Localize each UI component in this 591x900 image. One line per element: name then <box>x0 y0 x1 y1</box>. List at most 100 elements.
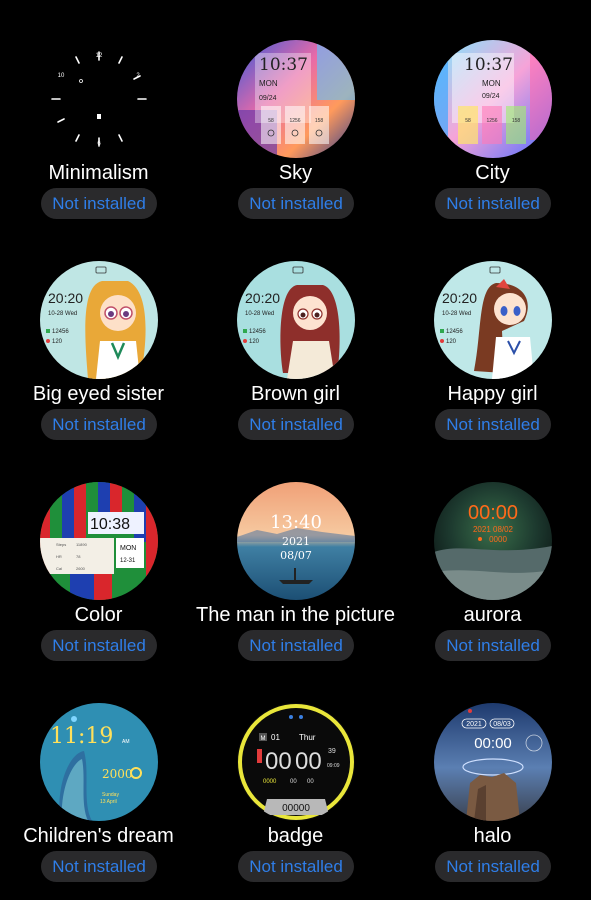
watch-face-preview-childrens-dream[interactable]: 11:19 AM 2000 Sunday 13 April <box>40 703 158 821</box>
watch-face-name: Brown girl <box>251 383 340 405</box>
face-date: 09/24 <box>259 95 277 102</box>
stat-3: 158 <box>315 118 324 124</box>
watch-face-preview-sky[interactable]: 10:37 MON 09/24 58 1256 158 <box>237 40 355 158</box>
face-time: 20:20 <box>48 290 83 306</box>
watch-face-name: City <box>475 162 510 184</box>
face-time: 20:20 <box>245 290 280 306</box>
face-steps: 12456 <box>446 329 463 335</box>
watch-face-card[interactable]: 13:40 2021 08/07 The man in the picture … <box>196 474 395 674</box>
face-day: MON <box>259 79 278 88</box>
face-ampm: AM <box>122 739 130 745</box>
watch-face-card[interactable]: 20:20 10-28 Wed 12456 120 Brown girl Not… <box>197 253 394 453</box>
watch-face-preview-color[interactable]: 10:38 MON 12-31 Steps 11890 HR 78 Cal 26… <box>40 482 158 600</box>
watch-face-preview-halo[interactable]: 2021 08/03 00:00 <box>434 703 552 821</box>
install-status-button[interactable]: Not installed <box>435 630 551 661</box>
watch-face-preview-badge[interactable]: M 01 Thur 00 00 39 09:09 0000 00 00 0000… <box>237 703 355 821</box>
watch-face-card[interactable]: 00:00 2021 08/02 0000 aurora Not install… <box>394 474 591 674</box>
face-month-badge: M <box>261 736 266 742</box>
watch-face-card[interactable]: 10:37 MON 09/24 58 1256 158 Sky Not inst… <box>197 32 394 232</box>
stat-heart-rate: 00 <box>290 779 297 785</box>
install-status-button[interactable]: Not installed <box>41 409 157 440</box>
face-day: Sunday <box>102 792 119 798</box>
watch-face-name: Happy girl <box>447 383 538 405</box>
stat-2: 1256 <box>486 118 497 124</box>
face-date: 10-28 Wed <box>48 311 77 317</box>
watch-face-name: Big eyed sister <box>32 383 165 405</box>
install-status-button[interactable]: Not installed <box>435 409 551 440</box>
watch-face-preview-big-eyed-sister[interactable]: 20:20 10-28 Wed 12456 120 <box>40 261 158 379</box>
face-time: 00:00 <box>468 502 518 524</box>
watch-face-name: Children's dream <box>23 825 174 847</box>
stat-2: 1256 <box>289 118 300 124</box>
face-time: 11:19 <box>50 724 113 749</box>
face-year: 2021 <box>282 535 310 548</box>
watch-face-card[interactable]: 10:37 MON 09/24 58 1256 158 City Not ins… <box>394 32 591 232</box>
install-status-button[interactable]: Not installed <box>41 851 157 882</box>
face-date: 08/03 <box>493 721 511 728</box>
dial-numeral-12: 12 <box>96 53 103 59</box>
install-status-button[interactable]: Not installed <box>238 188 354 219</box>
row-value-2: 78 <box>76 554 81 559</box>
face-heart-rate: 120 <box>52 339 63 345</box>
watch-face-grid: 12 2 6 10 Minimalism Not installed 10:37… <box>0 0 591 900</box>
face-date: 09/24 <box>482 93 500 100</box>
face-date: 10-28 Wed <box>245 311 274 317</box>
watch-face-preview-minimalism[interactable]: 12 2 6 10 <box>40 40 158 158</box>
face-heart-rate: 120 <box>249 339 260 345</box>
row-label-3: Cal <box>56 566 62 571</box>
face-steps: 00000 <box>282 803 310 814</box>
face-sub-time: 09:09 <box>327 763 340 769</box>
watch-face-preview-the-man-in-the-picture[interactable]: 13:40 2021 08/07 <box>237 482 355 600</box>
face-time: 10:37 <box>464 55 513 75</box>
dial-numeral-10: 10 <box>58 73 65 79</box>
install-status-button[interactable]: Not installed <box>238 851 354 882</box>
row-label-2: HR <box>56 554 62 559</box>
watch-face-name: The man in the picture <box>196 604 395 626</box>
install-status-button[interactable]: Not installed <box>238 409 354 440</box>
install-status-button[interactable]: Not installed <box>435 851 551 882</box>
face-date: 10-28 Wed <box>442 311 471 317</box>
watch-face-card[interactable]: 2021 08/03 00:00 halo Not installed <box>394 695 591 895</box>
face-weekday: Thur <box>299 733 316 742</box>
watch-face-name: aurora <box>463 604 522 626</box>
face-minutes: 00 <box>295 748 322 775</box>
watch-face-preview-city[interactable]: 10:37 MON 09/24 58 1256 158 <box>434 40 552 158</box>
watch-face-preview-aurora[interactable]: 00:00 2021 08/02 0000 <box>434 482 552 600</box>
face-steps: 12456 <box>249 329 266 335</box>
face-day: MON <box>120 545 136 552</box>
watch-face-card[interactable]: 12 2 6 10 Minimalism Not installed <box>0 32 197 232</box>
row-label-1: Steps <box>56 542 66 547</box>
watch-face-card[interactable]: 10:38 MON 12-31 Steps 11890 HR 78 Cal 26… <box>0 474 197 674</box>
face-hours: 00 <box>265 748 292 775</box>
row-value-3: 2600 <box>76 566 86 571</box>
face-time: 00:00 <box>474 735 512 752</box>
row-value-1: 11890 <box>76 542 88 547</box>
face-year: 2000 <box>102 767 133 781</box>
watch-face-card[interactable]: M 01 Thur 00 00 39 09:09 0000 00 00 0000… <box>197 695 394 895</box>
stat-1: 58 <box>465 118 471 124</box>
face-date: 08/07 <box>280 549 312 562</box>
watch-face-preview-happy-girl[interactable]: 20:20 10-28 Wed 12456 120 <box>434 261 552 379</box>
face-day: MON <box>482 79 501 88</box>
install-status-button[interactable]: Not installed <box>238 630 354 661</box>
face-steps: 0000 <box>489 535 507 544</box>
face-time: 10:37 <box>259 55 308 75</box>
face-heart-rate: 120 <box>446 339 457 345</box>
watch-face-name: Sky <box>278 162 313 184</box>
face-time: 10:38 <box>90 516 130 533</box>
install-status-button[interactable]: Not installed <box>41 188 157 219</box>
face-seconds: 39 <box>328 748 336 755</box>
watch-face-card[interactable]: 20:20 10-28 Wed 12456 120 Happy girl Not… <box>394 253 591 453</box>
watch-face-name: Color <box>74 604 123 626</box>
watch-face-card[interactable]: 20:20 10-28 Wed 12456 120 Big eyed siste… <box>0 253 197 453</box>
watch-face-name: Minimalism <box>48 162 149 184</box>
stat-calories: 0000 <box>263 779 277 785</box>
install-status-button[interactable]: Not installed <box>435 188 551 219</box>
install-status-button[interactable]: Not installed <box>41 630 157 661</box>
stat-distance: 00 <box>307 779 314 785</box>
watch-face-preview-brown-girl[interactable]: 20:20 10-28 Wed 12456 120 <box>237 261 355 379</box>
watch-face-card[interactable]: 11:19 AM 2000 Sunday 13 April Children's… <box>0 695 197 895</box>
stat-3: 158 <box>512 118 521 124</box>
watch-face-name: halo <box>473 825 512 847</box>
face-date: 12-31 <box>120 558 136 564</box>
